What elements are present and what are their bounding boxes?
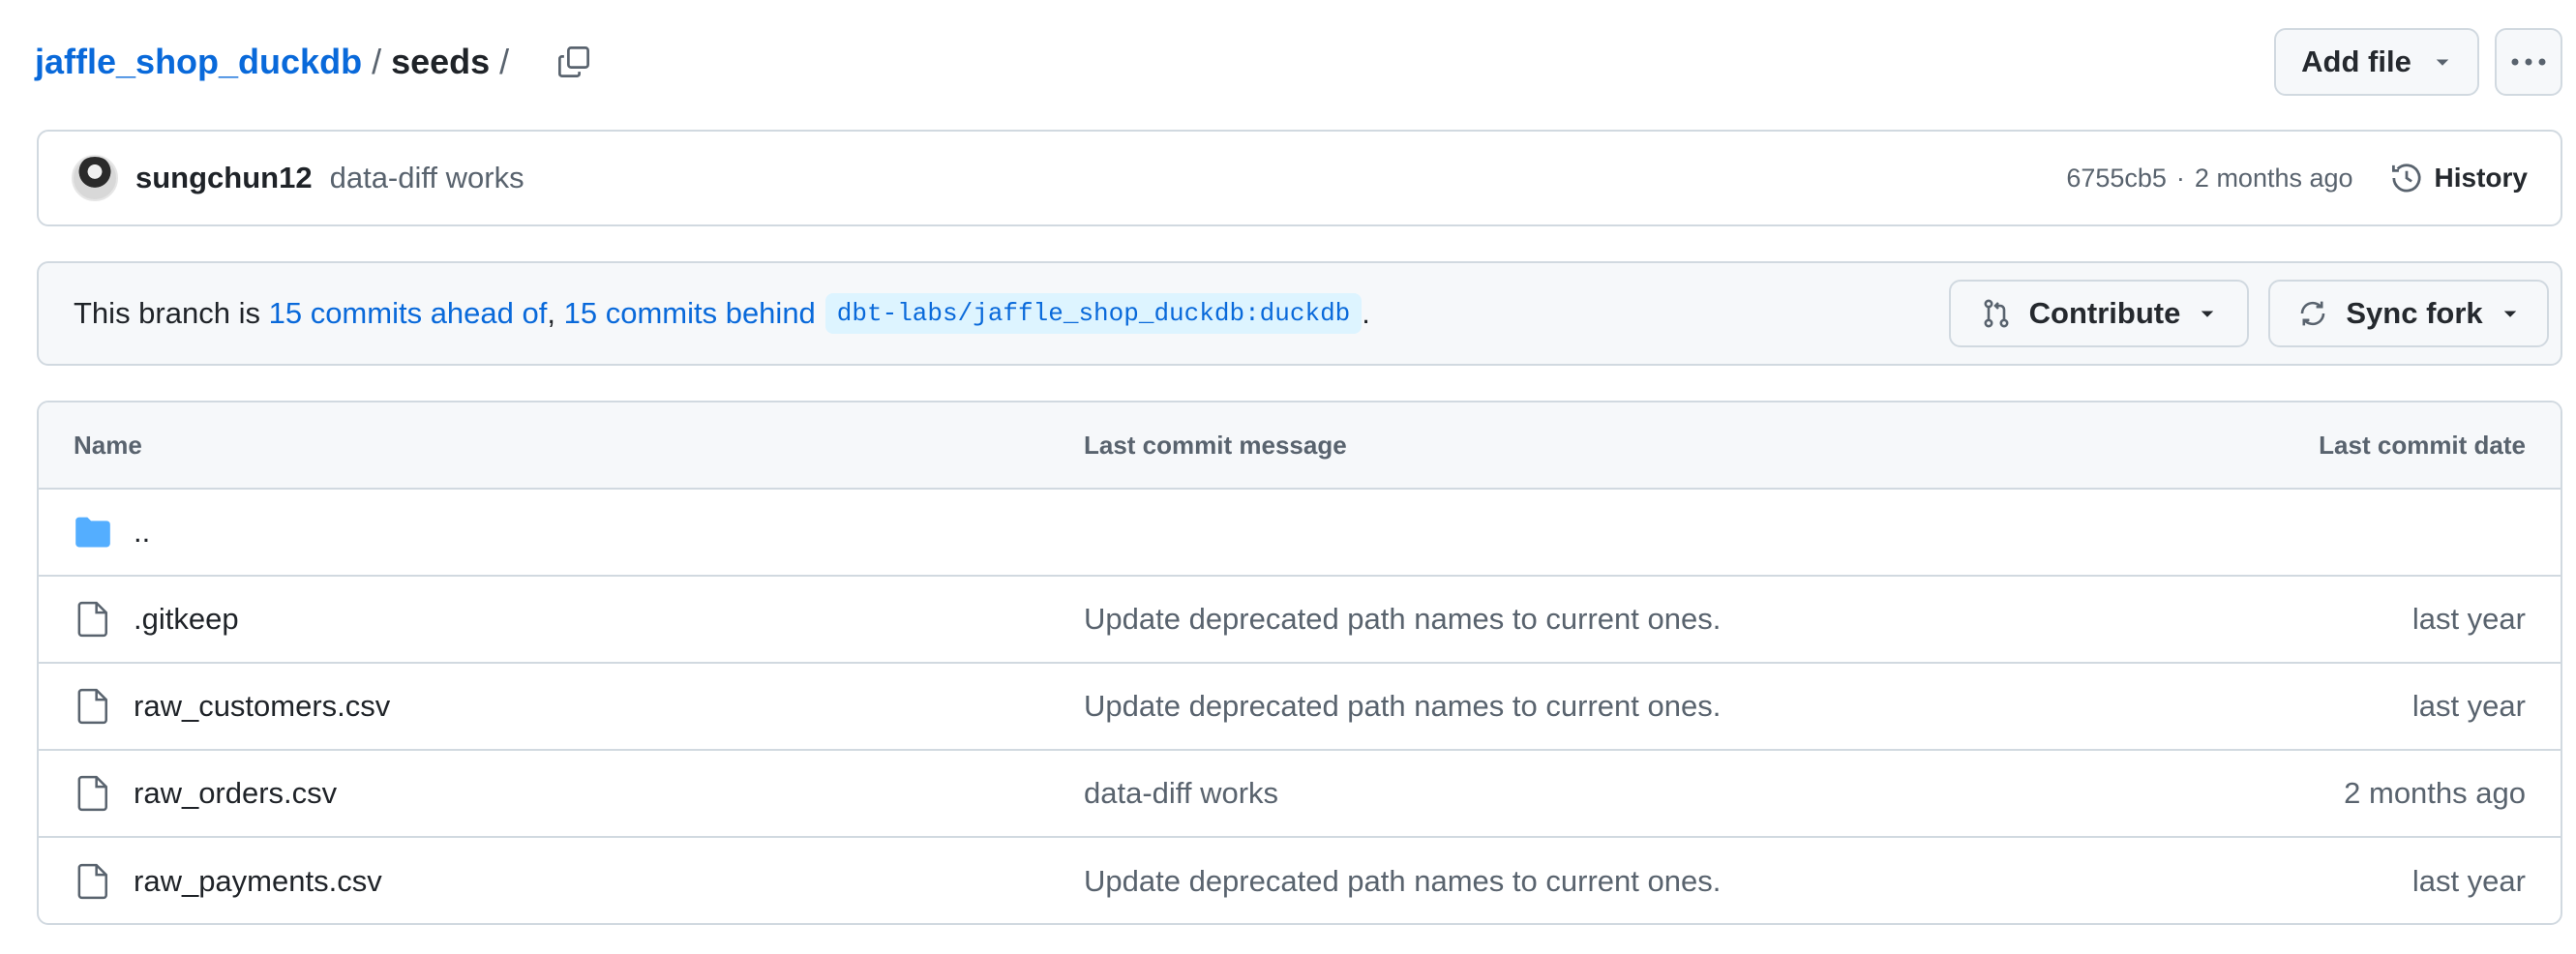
repo-file-browser: jaffle_shop_duckdb / seeds / Add file su… xyxy=(0,0,2576,954)
file-icon xyxy=(74,862,112,901)
branch-actions: Contribute Sync fork xyxy=(1949,280,2549,347)
history-icon xyxy=(2391,164,2421,193)
table-row[interactable]: raw_payments.csv Update deprecated path … xyxy=(39,838,2561,923)
avatar[interactable] xyxy=(72,155,118,201)
kebab-horizontal-icon xyxy=(2511,58,2546,66)
folder-icon xyxy=(74,513,112,552)
branch-period: . xyxy=(1362,296,1370,330)
file-name-link[interactable]: raw_orders.csv xyxy=(134,776,337,811)
table-row[interactable]: raw_orders.csv data-diff works 2 months … xyxy=(39,751,2561,838)
breadcrumb-current-dir: seeds xyxy=(391,42,491,81)
chevron-down-icon xyxy=(2202,311,2214,317)
commit-author[interactable]: sungchun12 xyxy=(135,161,313,195)
file-name-link[interactable]: .gitkeep xyxy=(134,602,239,637)
commits-ahead-link[interactable]: 15 commits ahead of xyxy=(269,296,548,331)
breadcrumb-separator: / xyxy=(372,42,382,81)
file-table: Name Last commit message Last commit dat… xyxy=(37,401,2562,925)
table-row[interactable]: raw_customers.csv Update deprecated path… xyxy=(39,664,2561,751)
row-commit-message[interactable]: Update deprecated path names to current … xyxy=(1084,689,2042,724)
chevron-down-icon xyxy=(2503,311,2516,317)
history-button[interactable]: History xyxy=(2390,162,2528,194)
header-name: Name xyxy=(74,430,142,460)
add-file-button[interactable]: Add file xyxy=(2274,28,2479,96)
copy-path-button[interactable] xyxy=(548,36,600,88)
breadcrumb-trailing-separator: / xyxy=(499,42,510,81)
commit-message[interactable]: data-diff works xyxy=(330,161,524,195)
row-commit-message[interactable]: Update deprecated path names to current … xyxy=(1084,864,2042,899)
chevron-down-icon xyxy=(2436,59,2449,66)
breadcrumb-repo-link[interactable]: jaffle_shop_duckdb xyxy=(35,42,362,82)
header-date: Last commit date xyxy=(2319,430,2526,460)
copy-icon xyxy=(558,46,590,77)
contribute-label: Contribute xyxy=(2028,296,2181,330)
history-label: History xyxy=(2434,163,2528,193)
pull-request-icon xyxy=(1984,299,2009,328)
file-icon xyxy=(74,687,112,726)
row-commit-date: last year xyxy=(2411,689,2526,723)
branch-status-text: This branch is 15 commits ahead of , 15 … xyxy=(74,293,1370,334)
add-file-label: Add file xyxy=(2301,45,2411,78)
row-commit-message[interactable]: data-diff works xyxy=(1084,776,2042,811)
branch-status-box: This branch is 15 commits ahead of , 15 … xyxy=(37,261,2562,366)
row-commit-date: last year xyxy=(2411,864,2526,898)
file-name-link[interactable]: raw_payments.csv xyxy=(134,864,382,899)
parent-dir-link[interactable]: .. xyxy=(134,515,150,550)
commits-behind-link[interactable]: 15 commits behind xyxy=(564,296,816,331)
header-row: jaffle_shop_duckdb / seeds / Add file xyxy=(35,27,2562,97)
commit-meta: 6755cb5 · 2 months ago xyxy=(2066,164,2352,194)
table-row[interactable]: .gitkeep Update deprecated path names to… xyxy=(39,577,2561,664)
row-commit-date: last year xyxy=(2411,602,2526,636)
commit-sha[interactable]: 6755cb5 xyxy=(2066,164,2167,194)
row-commit-message[interactable]: Update deprecated path names to current … xyxy=(1084,602,2042,637)
branch-prefix: This branch is xyxy=(74,296,260,330)
sync-icon xyxy=(2301,301,2325,326)
file-icon xyxy=(74,600,112,639)
parent-dir-row[interactable]: .. xyxy=(39,490,2561,577)
branch-comma: , xyxy=(547,296,555,330)
sync-fork-label: Sync fork xyxy=(2346,296,2483,330)
header-message: Last commit message xyxy=(1084,430,1347,460)
table-header: Name Last commit message Last commit dat… xyxy=(39,402,2561,490)
sync-fork-button[interactable]: Sync fork xyxy=(2268,280,2549,347)
file-icon xyxy=(74,774,112,813)
row-commit-date: 2 months ago xyxy=(2344,776,2526,810)
upstream-branch-label[interactable]: dbt-labs/jaffle_shop_duckdb:duckdb xyxy=(824,293,1363,334)
breadcrumb: jaffle_shop_duckdb / seeds / xyxy=(35,42,519,82)
file-name-link[interactable]: raw_customers.csv xyxy=(134,689,390,724)
latest-commit-box: sungchun12 data-diff works 6755cb5 · 2 m… xyxy=(37,130,2562,226)
commit-time: 2 months ago xyxy=(2194,163,2353,193)
commit-meta-dot: · xyxy=(2175,163,2185,193)
contribute-button[interactable]: Contribute xyxy=(1949,280,2249,347)
more-options-button[interactable] xyxy=(2495,28,2562,96)
